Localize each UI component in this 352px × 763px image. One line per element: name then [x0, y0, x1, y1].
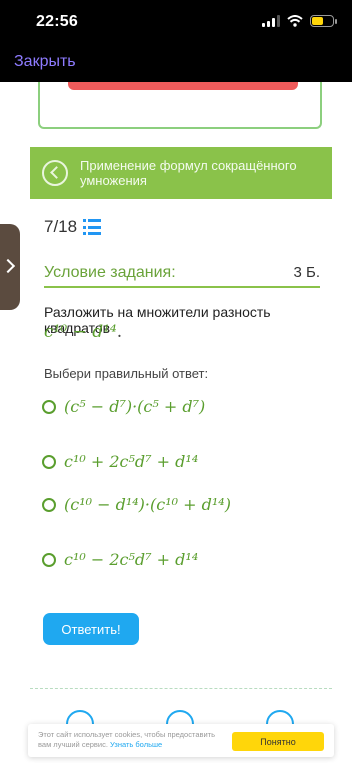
cookie-accept-button[interactable]: Понятно [232, 732, 324, 751]
side-drawer-tab[interactable] [0, 224, 20, 310]
option-formula: (c⁵ − d⁷)·(c⁵ + d⁷) [64, 397, 206, 416]
topic-banner[interactable]: Применение формул сокращённого умножения [30, 147, 332, 199]
task-points: 3 Б. [293, 264, 320, 281]
submit-answer-button[interactable]: Ответить! [43, 613, 139, 645]
cookie-learn-more-link[interactable]: Узнать больше [110, 740, 162, 749]
answer-option[interactable]: (c⁵ − d⁷)·(c⁵ + d⁷) [42, 397, 205, 416]
close-button[interactable]: Закрыть [14, 53, 76, 71]
page-content: Применение формул сокращённого умножения… [0, 82, 352, 763]
status-icons [262, 15, 337, 27]
cookie-text: Этот сайт использует cookies, чтобы пред… [38, 730, 216, 749]
answer-prompt: Выбери правильный ответ: [44, 366, 209, 381]
task-counter-text: 7/18 [44, 217, 78, 236]
previous-task-card [38, 82, 322, 129]
radio-button[interactable] [42, 552, 56, 567]
cellular-signal-icon [262, 15, 280, 27]
condition-header: Условие задания: 3 Б. [44, 262, 320, 288]
answer-option[interactable]: c¹⁰ − 2c⁵d⁷ + d¹⁴ [42, 550, 198, 569]
wifi-icon [287, 15, 303, 27]
radio-button[interactable] [42, 454, 56, 469]
status-bar: 22:56 [0, 0, 352, 44]
nav-bar: Закрыть [0, 44, 352, 82]
previous-task-red-button[interactable] [68, 82, 298, 90]
divider [30, 688, 332, 689]
back-circle-icon[interactable] [42, 160, 68, 186]
list-icon[interactable] [83, 219, 102, 235]
answer-option[interactable]: c¹⁰ + 2c⁵d⁷ + d¹⁴ [42, 452, 198, 471]
task-counter: 7/18 [44, 217, 102, 237]
option-formula: c¹⁰ − 2c⁵d⁷ + d¹⁴ [64, 550, 199, 569]
status-time: 22:56 [36, 13, 78, 30]
battery-icon [310, 15, 337, 27]
task-expression: c¹⁰ − d¹⁴. [44, 322, 123, 342]
option-formula: c¹⁰ + 2c⁵d⁷ + d¹⁴ [64, 452, 199, 471]
option-formula: (c¹⁰ − d¹⁴)·(c¹⁰ + d¹⁴) [64, 495, 231, 514]
cookie-banner: Этот сайт использует cookies, чтобы пред… [28, 724, 334, 757]
radio-button[interactable] [42, 497, 56, 512]
topic-title: Применение формул сокращённого умножения [80, 158, 297, 188]
radio-button[interactable] [42, 399, 56, 414]
answer-option[interactable]: (c¹⁰ − d¹⁴)·(c¹⁰ + d¹⁴) [42, 495, 231, 514]
condition-label: Условие задания: [44, 264, 176, 281]
